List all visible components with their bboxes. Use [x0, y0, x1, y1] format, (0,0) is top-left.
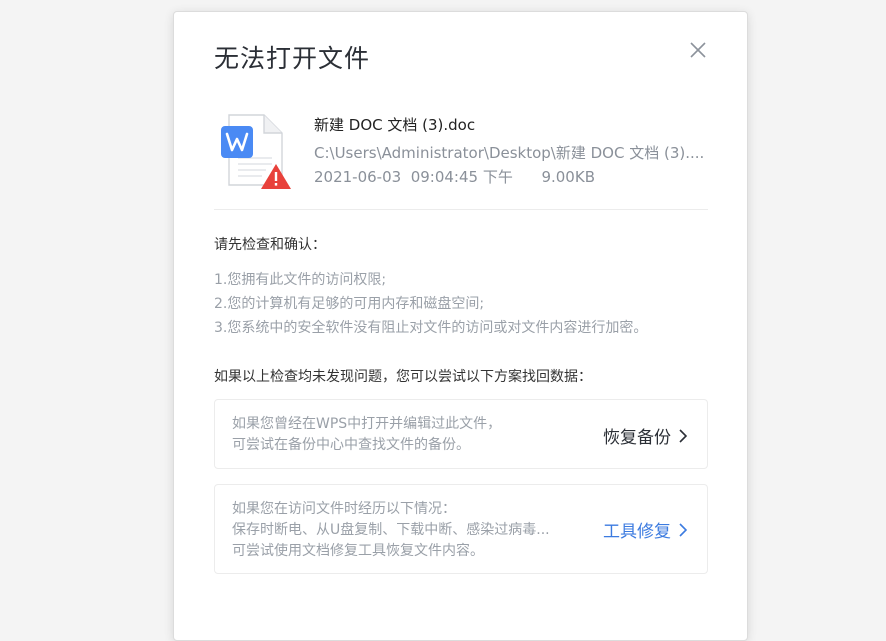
open-file-error-dialog: 无法打开文件 新建 DOC 文档 (3).doc C:\Users\Admini… [173, 11, 748, 641]
chevron-right-icon [679, 522, 687, 537]
backup-line: 可尝试在备份中心中查找文件的备份。 [232, 437, 470, 453]
tool-repair-button[interactable]: 工具修复 [603, 517, 687, 542]
check-item: 2.您的计算机有足够的可用内存和磁盘空间; [214, 296, 485, 312]
repair-card: 如果您在访问文件时经历以下情况： 保存时断电、从U盘复制、下载中断、感染过病毒.… [214, 484, 708, 574]
divider [214, 209, 708, 210]
check-list: 1.您拥有此文件的访问权限; 2.您的计算机有足够的可用内存和磁盘空间; 3.您… [214, 268, 647, 340]
solution-title: 如果以上检查均未发现问题，您可以尝试以下方案找回数据： [214, 369, 592, 385]
wps-writer-file-icon [221, 114, 291, 189]
repair-line: 可尝试使用文档修复工具恢复文件内容。 [232, 543, 484, 559]
dialog-title: 无法打开文件 [214, 44, 371, 73]
repair-line: 如果您在访问文件时经历以下情况： [232, 501, 456, 517]
backup-description: 如果您曾经在WPS中打开并编辑过此文件， 可尝试在备份中心中查找文件的备份。 [232, 414, 501, 456]
restore-backup-button[interactable]: 恢复备份 [603, 423, 687, 448]
repair-description: 如果您在访问文件时经历以下情况： 保存时断电、从U盘复制、下载中断、感染过病毒.… [232, 499, 550, 562]
check-item: 3.您系统中的安全软件没有阻止对文件的访问或对文件内容进行加密。 [214, 320, 648, 336]
restore-backup-label: 恢复备份 [603, 428, 671, 448]
file-path: C:\Users\Administrator\Desktop\新建 DOC 文档… [314, 144, 704, 162]
backup-line: 如果您曾经在WPS中打开并编辑过此文件， [232, 416, 502, 432]
close-icon[interactable] [688, 40, 708, 60]
tool-repair-label: 工具修复 [603, 522, 671, 542]
check-title: 请先检查和确认： [214, 237, 326, 253]
check-item: 1.您拥有此文件的访问权限; [214, 272, 387, 288]
backup-card: 如果您曾经在WPS中打开并编辑过此文件， 可尝试在备份中心中查找文件的备份。 恢… [214, 399, 708, 469]
chevron-right-icon [679, 428, 687, 443]
file-meta: 2021-06-03 09:04:45 下午 9.00KB [314, 168, 595, 186]
repair-line: 保存时断电、从U盘复制、下载中断、感染过病毒... [232, 522, 550, 538]
file-name: 新建 DOC 文档 (3).doc [314, 116, 476, 134]
